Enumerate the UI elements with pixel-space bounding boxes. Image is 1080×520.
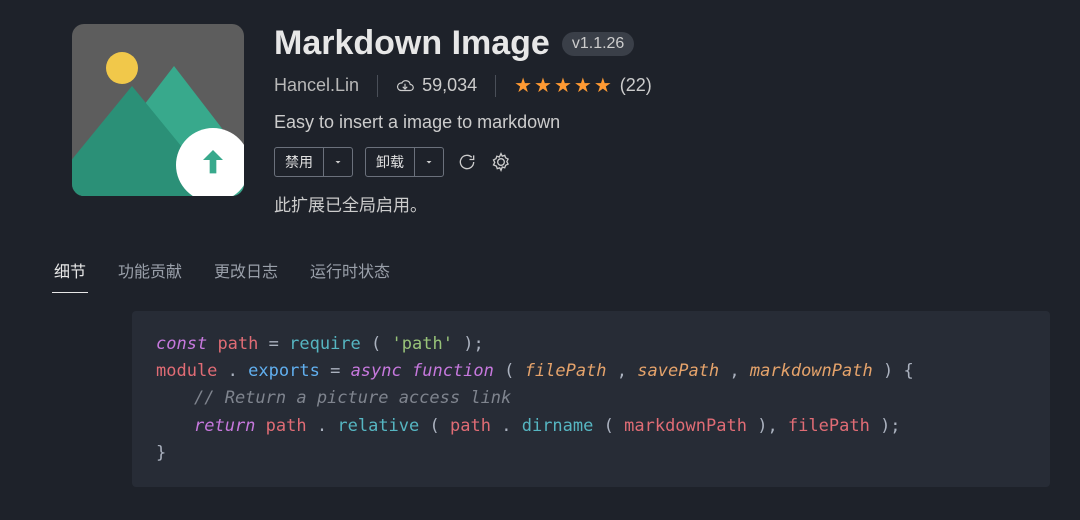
version-badge: v1.1.26: [562, 32, 634, 56]
divider: [377, 75, 378, 97]
tab-changelog[interactable]: 更改日志: [212, 252, 280, 293]
cloud-download-icon: [396, 77, 414, 95]
install-count-value: 59,034: [422, 75, 477, 96]
code-line: return path . relative ( path . dirname …: [156, 413, 1026, 440]
uninstall-button[interactable]: 卸载: [366, 148, 414, 176]
disable-button[interactable]: 禁用: [275, 148, 323, 176]
rating-link[interactable]: ★★★★★ (22): [514, 73, 652, 98]
settings-button[interactable]: [490, 151, 512, 173]
chevron-down-icon: [332, 156, 344, 168]
tab-details[interactable]: 细节: [52, 252, 88, 293]
star-rating-icon: ★★★★★: [514, 73, 614, 98]
code-sample: const path = require ( 'path' ); module …: [132, 311, 1050, 487]
divider: [495, 75, 496, 97]
chevron-down-icon: [423, 156, 435, 168]
disable-button-group: 禁用: [274, 147, 353, 177]
uninstall-button-group: 卸载: [365, 147, 444, 177]
code-line: module . exports = async function ( file…: [156, 358, 1026, 385]
extension-title: Markdown Image: [274, 24, 550, 63]
upload-badge-icon: [176, 128, 244, 196]
disable-dropdown[interactable]: [323, 148, 352, 176]
publisher-name[interactable]: Hancel.Lin: [274, 75, 359, 96]
tab-contributions[interactable]: 功能贡献: [116, 252, 184, 293]
tab-runtime-status[interactable]: 运行时状态: [308, 252, 392, 293]
tab-bar: 细节 功能贡献 更改日志 运行时状态: [52, 252, 1080, 293]
code-line: // Return a picture access link: [156, 385, 1026, 412]
gear-icon: [491, 152, 511, 172]
sync-icon: [457, 152, 477, 172]
code-line: const path = require ( 'path' );: [156, 331, 1026, 358]
review-count: (22): [620, 75, 652, 96]
uninstall-dropdown[interactable]: [414, 148, 443, 176]
extension-description: Easy to insert a image to markdown: [274, 112, 652, 133]
status-message: 此扩展已全局启用。: [274, 191, 652, 216]
sync-button[interactable]: [456, 151, 478, 173]
install-count: 59,034: [396, 75, 477, 96]
code-line: }: [156, 440, 1026, 467]
extension-icon: [72, 24, 244, 196]
